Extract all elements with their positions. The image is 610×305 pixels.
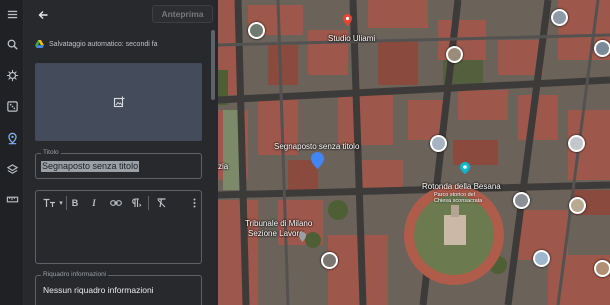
title-label: Titolo xyxy=(41,149,61,156)
photo-thumbnail[interactable] xyxy=(430,135,447,152)
italic-icon[interactable]: I xyxy=(87,196,101,210)
photo-thumbnail[interactable] xyxy=(533,250,550,267)
projects-icon[interactable] xyxy=(3,129,21,147)
info-panel-value[interactable]: Nessun riquadro informazioni xyxy=(43,285,154,295)
search-icon[interactable] xyxy=(3,35,21,53)
panel-topbar: Anteprima xyxy=(24,0,218,30)
satellite-imagery xyxy=(218,0,610,305)
toolbar-divider xyxy=(66,196,67,210)
add-photo-icon xyxy=(113,96,124,108)
red-location-pin-icon[interactable] xyxy=(343,14,352,26)
photo-thumbnail[interactable] xyxy=(551,9,568,26)
title-field[interactable]: Titolo Segnaposto senza titolo xyxy=(35,149,202,179)
feeling-lucky-icon[interactable] xyxy=(3,97,21,115)
photo-thumbnail[interactable] xyxy=(594,40,610,57)
back-arrow-icon[interactable] xyxy=(34,6,52,24)
add-media-area[interactable] xyxy=(35,63,202,141)
photo-thumbnail[interactable] xyxy=(513,192,530,209)
photo-thumbnail[interactable] xyxy=(568,135,585,152)
placemark-editor-panel: Anteprima Salvataggio automatico: second… xyxy=(24,0,218,305)
link-icon[interactable] xyxy=(108,196,124,210)
autosave-status: Salvataggio automatico: secondi fa xyxy=(35,40,158,48)
clear-format-icon[interactable] xyxy=(153,196,169,210)
more-icon[interactable] xyxy=(190,196,198,210)
map-sublabel-rotonda-2: Chiesa sconsacrata xyxy=(434,198,483,204)
bold-icon[interactable]: B xyxy=(68,196,82,210)
map-label-tribunale-1[interactable]: Tribunale di Milano xyxy=(245,219,312,228)
placemark-pin-icon[interactable] xyxy=(311,152,324,169)
formatting-toolbar: ▾ B I xyxy=(36,191,201,215)
photo-thumbnail[interactable] xyxy=(446,46,463,63)
map-label-tribunale-2[interactable]: Sezione Lavoro xyxy=(248,229,304,238)
text-size-icon[interactable] xyxy=(41,196,57,210)
drive-icon xyxy=(35,40,44,48)
voyager-icon[interactable] xyxy=(3,66,21,84)
layers-icon[interactable] xyxy=(3,160,21,178)
gray-location-pin-icon[interactable] xyxy=(299,232,306,242)
toolbar-divider xyxy=(148,196,149,210)
photo-thumbnail[interactable] xyxy=(569,197,586,214)
satellite-map[interactable]: Studio Uliami Segnaposto senza titolo zi… xyxy=(218,0,610,305)
preview-button[interactable]: Anteprima xyxy=(152,5,213,23)
text-size-caret[interactable]: ▾ xyxy=(59,196,63,210)
description-editor[interactable]: ▾ B I xyxy=(35,190,202,264)
photo-thumbnail[interactable] xyxy=(248,22,265,39)
paragraph-icon[interactable] xyxy=(128,196,144,210)
left-rail xyxy=(0,0,24,305)
info-panel-field[interactable]: Riquadro informazioni Nessun riquadro in… xyxy=(35,271,202,305)
photo-thumbnail[interactable] xyxy=(594,260,610,277)
park-pin-icon[interactable] xyxy=(460,162,470,174)
map-label-placemark[interactable]: Segnaposto senza titolo xyxy=(274,142,359,151)
autosave-text: Salvataggio automatico: secondi fa xyxy=(49,40,158,48)
info-panel-label: Riquadro informazioni xyxy=(41,271,109,278)
menu-icon[interactable] xyxy=(3,5,21,23)
map-label-cut: zia xyxy=(218,162,229,171)
title-input[interactable]: Segnaposto senza titolo xyxy=(41,161,140,172)
panel-scrollbar[interactable] xyxy=(211,30,215,100)
measure-icon[interactable] xyxy=(3,190,21,208)
map-label-rotonda[interactable]: Rotonda della Besana xyxy=(422,182,501,191)
photo-thumbnail[interactable] xyxy=(321,252,338,269)
map-label-studio[interactable]: Studio Uliami xyxy=(328,34,375,43)
